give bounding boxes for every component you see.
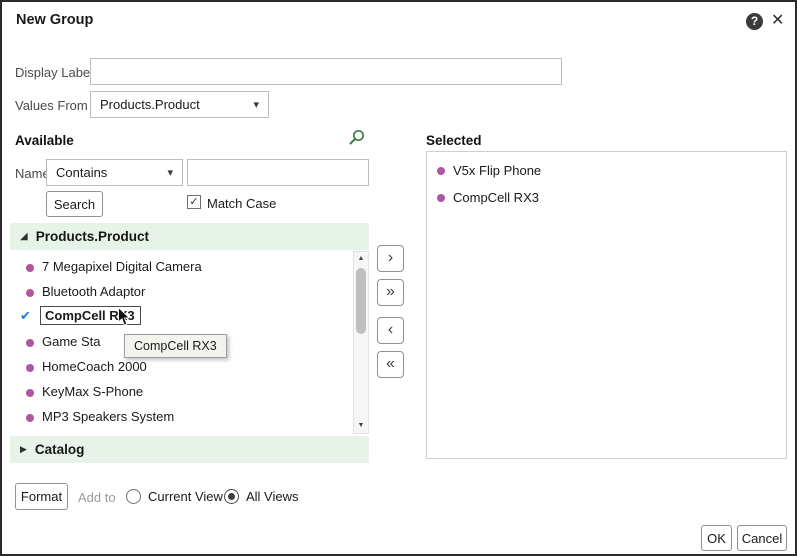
search-text-input[interactable]	[187, 159, 369, 186]
scroll-down-icon[interactable]: ▼	[354, 419, 368, 433]
member-dot-icon	[26, 264, 34, 272]
expand-triangle-icon: ▶	[20, 444, 27, 455]
selected-heading: Selected	[426, 133, 482, 148]
match-mode-value: Contains	[56, 165, 107, 180]
list-item[interactable]: 7 Megapixel Digital Camera	[10, 255, 353, 280]
list-item-label: 7 Megapixel Digital Camera	[42, 259, 202, 274]
list-item-label: MP3 Speakers System	[42, 409, 174, 424]
display-label-input[interactable]	[90, 58, 562, 85]
scrollbar[interactable]: ▲ ▼	[353, 251, 369, 434]
tree-group-catalog[interactable]: ▶ Catalog	[10, 436, 369, 463]
member-dot-icon	[26, 339, 34, 347]
values-from-select[interactable]: Products.Product ▾	[90, 91, 269, 118]
close-icon[interactable]: ✕	[771, 10, 784, 30]
member-dot-icon	[26, 389, 34, 397]
list-item[interactable]: Bluetooth Adaptor	[10, 280, 353, 305]
help-icon[interactable]: ?	[746, 13, 763, 30]
match-case-checkbox[interactable]: ✓	[187, 195, 201, 209]
match-case-label: Match Case	[207, 196, 276, 211]
list-item[interactable]: KeyMax S-Phone	[10, 380, 353, 405]
add-to-label: Add to	[78, 490, 116, 505]
name-label: Name	[15, 166, 50, 181]
scroll-up-icon[interactable]: ▲	[354, 252, 368, 266]
member-dot-icon	[437, 194, 445, 202]
member-dot-icon	[26, 414, 34, 422]
selected-item[interactable]: V5x Flip Phone	[427, 161, 786, 183]
selected-item-label: CompCell RX3	[453, 190, 539, 205]
format-button[interactable]: Format	[15, 483, 68, 510]
mouse-cursor-icon	[117, 307, 131, 330]
member-dot-icon	[26, 289, 34, 297]
list-item-selected[interactable]: ✔ CompCell RX3	[10, 305, 353, 330]
selected-item-label: V5x Flip Phone	[453, 163, 541, 178]
radio-current-view[interactable]: Current View	[126, 489, 223, 504]
move-right-button[interactable]: ›	[377, 245, 404, 272]
list-item[interactable]: HomeCoach 2000	[10, 355, 353, 380]
radio-checked-icon	[224, 489, 239, 504]
ok-button[interactable]: OK	[701, 525, 732, 551]
new-group-dialog: New Group ? ✕ Display Label Values From …	[0, 0, 797, 556]
chevron-down-icon: ▾	[253, 98, 259, 111]
list-item-label: HomeCoach 2000	[42, 359, 147, 374]
check-icon: ✔	[20, 308, 31, 324]
radio-label: All Views	[246, 489, 299, 504]
chevron-down-icon: ▾	[167, 166, 173, 179]
list-item[interactable]: MP3 Speakers System	[10, 405, 353, 430]
radio-icon	[126, 489, 141, 504]
search-icon[interactable]	[347, 128, 366, 150]
checkmark-icon: ✓	[189, 196, 198, 208]
dialog-title: New Group	[16, 12, 93, 28]
values-from-value: Products.Product	[100, 97, 200, 112]
display-label-label: Display Label	[15, 65, 93, 80]
member-dot-icon	[26, 364, 34, 372]
list-item-label: Bluetooth Adaptor	[42, 284, 145, 299]
scroll-thumb[interactable]	[356, 268, 366, 334]
selected-item[interactable]: CompCell RX3	[427, 188, 786, 210]
move-left-button[interactable]: ‹	[377, 317, 404, 344]
tree-group-label: Products.Product	[36, 229, 149, 244]
search-button[interactable]: Search	[46, 191, 103, 217]
move-all-left-button[interactable]: «	[377, 351, 404, 378]
move-all-right-button[interactable]: »	[377, 279, 404, 306]
tooltip: CompCell RX3	[124, 334, 227, 358]
collapse-triangle-icon: ◢	[20, 231, 28, 242]
tree-group-products[interactable]: ◢ Products.Product	[10, 223, 369, 250]
list-item-label: KeyMax S-Phone	[42, 384, 143, 399]
selected-list: V5x Flip Phone CompCell RX3	[426, 151, 787, 459]
member-dot-icon	[437, 167, 445, 175]
tree-group-label: Catalog	[35, 442, 85, 457]
cancel-button[interactable]: Cancel	[737, 525, 787, 551]
values-from-label: Values From	[15, 98, 88, 113]
match-mode-select[interactable]: Contains ▾	[46, 159, 183, 186]
list-item-label: Game Sta	[42, 334, 101, 349]
radio-all-views[interactable]: All Views	[224, 489, 299, 504]
radio-label: Current View	[148, 489, 223, 504]
available-heading: Available	[15, 133, 74, 148]
